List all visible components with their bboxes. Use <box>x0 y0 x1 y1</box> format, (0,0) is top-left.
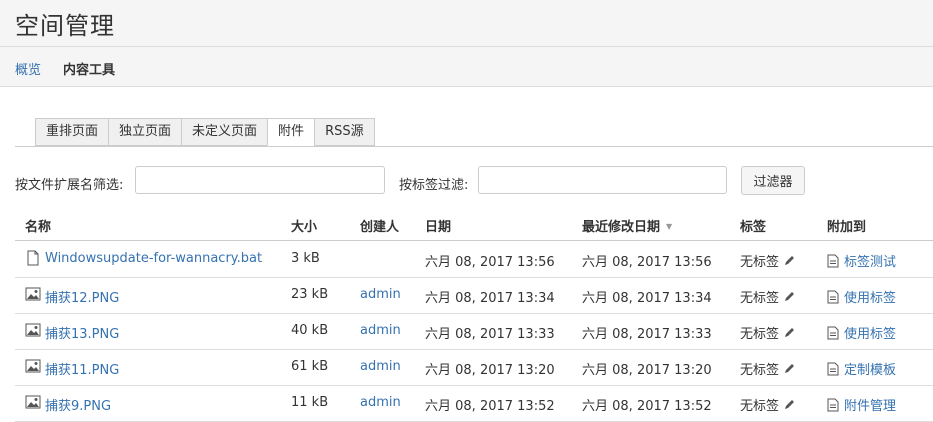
tab-bar: 重排页面 独立页面 未定义页面 附件 RSS源 <box>35 118 375 146</box>
attached-to-page[interactable]: 附件管理 <box>827 395 896 414</box>
table-row: Windowsupdate-for-wannacry.bat 3 kB 六月 0… <box>15 241 933 278</box>
attachment-name-link[interactable]: 捕获13.PNG <box>45 323 119 342</box>
file-icon <box>27 250 39 266</box>
attachment-labels: 无标签 <box>740 251 795 270</box>
attachment-creator-link[interactable]: admin <box>360 287 401 302</box>
page-icon <box>827 326 839 340</box>
extension-filter-label: 按文件扩展名筛选: <box>15 178 124 193</box>
attachment-creator-link[interactable]: admin <box>360 323 401 338</box>
attachment-labels: 无标签 <box>740 323 795 342</box>
attachment-date: 六月 08, 2017 13:20 <box>425 363 555 378</box>
tab-orphaned-pages[interactable]: 独立页面 <box>108 118 182 146</box>
attachment-size: 3 kB <box>291 251 320 266</box>
attached-to-page-link[interactable]: 定制模板 <box>844 363 896 378</box>
attachment-labels: 无标签 <box>740 359 795 378</box>
page-icon <box>827 290 839 304</box>
attached-to-page[interactable]: 定制模板 <box>827 359 896 378</box>
attachment-labels: 无标签 <box>740 395 795 414</box>
attached-to-page-link[interactable]: 标签测试 <box>844 255 896 270</box>
column-header-modified-label: 最近修改日期 <box>582 220 661 235</box>
sub-navigation: 概览 内容工具 <box>0 47 933 87</box>
image-icon <box>25 395 41 409</box>
table-row: 捕获11.PNG 61 kB admin 六月 08, 2017 13:20 六… <box>15 349 933 386</box>
labels-text: 无标签 <box>740 399 780 414</box>
tab-reorder-pages[interactable]: 重排页面 <box>35 118 109 146</box>
table-row: 捕获9.PNG 11 kB admin 六月 08, 2017 13:52 六月… <box>15 385 933 422</box>
attachment-modified-date: 六月 08, 2017 13:33 <box>582 327 712 342</box>
label-filter-input[interactable] <box>478 166 727 194</box>
page-icon <box>827 362 839 376</box>
image-icon <box>25 323 41 337</box>
table-row: 捕获13.PNG 40 kB admin 六月 08, 2017 13:33 六… <box>15 313 933 350</box>
page-icon <box>827 254 839 268</box>
column-header-name[interactable]: 名称 <box>25 216 51 235</box>
edit-pencil-icon[interactable] <box>783 255 795 267</box>
attachment-name-link[interactable]: Windowsupdate-for-wannacry.bat <box>45 251 262 266</box>
sort-descending-icon: ▼ <box>666 222 673 231</box>
attachment-creator-link[interactable]: admin <box>360 395 401 410</box>
edit-pencil-icon[interactable] <box>783 363 795 375</box>
attachment-date: 六月 08, 2017 13:34 <box>425 291 555 306</box>
column-header-size[interactable]: 大小 <box>291 216 317 235</box>
tab-rss[interactable]: RSS源 <box>314 118 375 146</box>
column-header-date[interactable]: 日期 <box>425 216 451 235</box>
attached-to-page[interactable]: 使用标签 <box>827 323 896 342</box>
attachment-size: 40 kB <box>291 323 329 338</box>
attached-to-page-link[interactable]: 附件管理 <box>844 399 896 414</box>
page-header: 空间管理 <box>0 0 933 47</box>
page-title: 空间管理 <box>15 12 115 40</box>
column-header-labels: 标签 <box>740 220 767 235</box>
attached-to-page[interactable]: 标签测试 <box>827 251 896 270</box>
attachment-modified-date: 六月 08, 2017 13:34 <box>582 291 712 306</box>
column-header-attached-to: 附加到 <box>827 220 867 235</box>
label-filter-label: 按标签过滤: <box>399 178 469 193</box>
attachment-name-link[interactable]: 捕获11.PNG <box>45 359 119 378</box>
labels-text: 无标签 <box>740 363 780 378</box>
attachment-labels: 无标签 <box>740 287 795 306</box>
attachment-size: 23 kB <box>291 287 329 302</box>
attachment-date: 六月 08, 2017 13:33 <box>425 327 555 342</box>
column-header-modified[interactable]: 最近修改日期 ▼ <box>582 216 672 235</box>
attachment-modified-date: 六月 08, 2017 13:20 <box>582 363 712 378</box>
attachment-creator-link[interactable]: admin <box>360 359 401 374</box>
attachment-name-link[interactable]: 捕获9.PNG <box>45 395 111 414</box>
attachment-date: 六月 08, 2017 13:56 <box>425 255 555 270</box>
table-row: 捕获12.PNG 23 kB admin 六月 08, 2017 13:34 六… <box>15 277 933 314</box>
image-icon <box>25 359 41 373</box>
tab-attachments[interactable]: 附件 <box>267 118 315 146</box>
attached-to-page-link[interactable]: 使用标签 <box>844 291 896 306</box>
edit-pencil-icon[interactable] <box>783 291 795 303</box>
attachment-size: 61 kB <box>291 359 329 374</box>
extension-filter-input[interactable] <box>135 166 385 194</box>
tabs-divider <box>15 146 933 147</box>
page-icon <box>827 398 839 412</box>
labels-text: 无标签 <box>740 327 780 342</box>
edit-pencil-icon[interactable] <box>783 399 795 411</box>
attachment-modified-date: 六月 08, 2017 13:56 <box>582 255 712 270</box>
attached-to-page[interactable]: 使用标签 <box>827 287 896 306</box>
labels-text: 无标签 <box>740 255 780 270</box>
column-header-creator[interactable]: 创建人 <box>360 216 399 235</box>
nav-content-tools-link[interactable]: 内容工具 <box>63 59 115 78</box>
attachment-name-link[interactable]: 捕获12.PNG <box>45 287 119 306</box>
filter-button[interactable]: 过滤器 <box>741 166 805 195</box>
image-icon <box>25 287 41 301</box>
labels-text: 无标签 <box>740 291 780 306</box>
attachment-modified-date: 六月 08, 2017 13:52 <box>582 399 712 414</box>
attachment-size: 11 kB <box>291 395 329 410</box>
tab-undefined-pages[interactable]: 未定义页面 <box>181 118 268 146</box>
edit-pencil-icon[interactable] <box>783 327 795 339</box>
attached-to-page-link[interactable]: 使用标签 <box>844 327 896 342</box>
attachment-date: 六月 08, 2017 13:52 <box>425 399 555 414</box>
nav-overview-link[interactable]: 概览 <box>15 59 41 78</box>
